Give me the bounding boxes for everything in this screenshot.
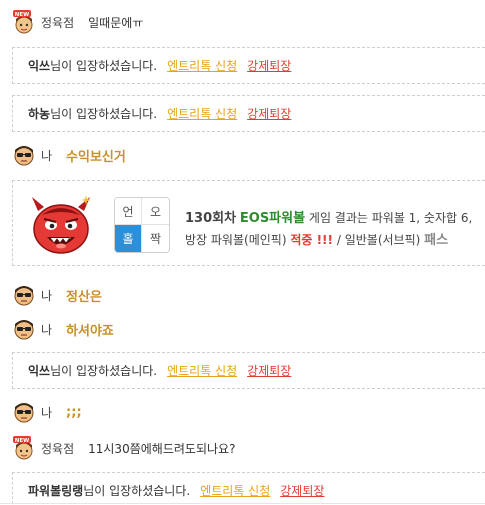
sunglasses-avatar-icon: [12, 143, 38, 167]
divider: [0, 503, 485, 504]
game-name: EOS파워볼: [239, 211, 306, 226]
message-nickname[interactable]: 정육점: [41, 14, 74, 31]
result-line-1: 130회차 EOS파워볼 게임 결과는 파워볼 1, 숫자합 6,: [185, 207, 472, 226]
result-line-2: 방장 파워볼(메인픽) 적중 !!! / 일반볼(서브픽) 패스: [185, 229, 448, 248]
sunglasses-avatar-icon: [12, 400, 38, 424]
notice-username[interactable]: 파워볼링랭: [28, 482, 83, 499]
message-text: 일때문에ㅠ: [88, 15, 144, 30]
notice-text: 님이 입장하셨습니다.: [50, 364, 158, 378]
red-devil-mascot-icon: [30, 191, 92, 257]
message-nickname[interactable]: 나: [41, 147, 52, 164]
new-badge-avatar-icon: NEW: [12, 436, 38, 460]
result-summary: 게임 결과는 파워볼 1, 숫자합 6,: [308, 211, 473, 225]
message-text: 11시30쯤에해드려도되나요?: [88, 441, 236, 456]
odd-even-grid: 언 오 홀 짝: [114, 197, 170, 253]
message-text: 정산은: [66, 289, 102, 305]
notice-username[interactable]: 익쓰: [28, 57, 50, 74]
message-text: 수익보신거: [66, 149, 126, 165]
chat-message: 나 정산은: [12, 283, 102, 307]
chat-message: NEW 정육점 일때문에ㅠ: [12, 10, 143, 34]
pass-text: 패스: [424, 233, 449, 248]
notice-text: 님이 입장하셨습니다.: [50, 107, 158, 121]
sunglasses-avatar-icon: [12, 317, 38, 341]
entry-notice: 익쓰 님이 입장하셨습니다. 엔트리톡 신청 강제퇴장: [12, 47, 485, 84]
notice-text: 님이 입장하셨습니다.: [50, 59, 158, 73]
notice-username[interactable]: 익쓰: [28, 362, 50, 379]
message-text: ;;;: [66, 404, 82, 420]
sunglasses-avatar-icon: [12, 283, 38, 307]
grid-cell-under: 언: [115, 198, 142, 225]
force-kick-link[interactable]: 강제퇴장: [247, 57, 291, 74]
game-result-card: 언 오 홀 짝 130회차 EOS파워볼 게임 결과는 파워볼 1, 숫자합 6…: [12, 180, 485, 266]
round-number: 130회차: [185, 211, 237, 226]
svg-text:NEW: NEW: [15, 12, 29, 18]
message-nickname[interactable]: 나: [41, 287, 52, 304]
entry-talk-request-link[interactable]: 엔트리톡 신청: [167, 362, 237, 379]
entry-talk-request-link[interactable]: 엔트리톡 신청: [167, 57, 237, 74]
chat-message: 나 수익보신거: [12, 143, 126, 167]
grid-cell-over: 오: [142, 198, 169, 225]
force-kick-link[interactable]: 강제퇴장: [247, 105, 291, 122]
new-badge-avatar-icon: NEW: [12, 10, 38, 34]
notice-text: 님이 입장하셨습니다.: [83, 484, 191, 498]
notice-username[interactable]: 하농: [28, 105, 50, 122]
message-nickname[interactable]: 정육점: [41, 440, 74, 457]
grid-cell-even: 짝: [142, 225, 169, 252]
chat-message: 나 ;;;: [12, 400, 82, 424]
sub-pick-label: / 일반볼(서브픽): [336, 233, 421, 247]
force-kick-link[interactable]: 강제퇴장: [247, 362, 291, 379]
entry-notice: 하농 님이 입장하셨습니다. 엔트리톡 신청 강제퇴장: [12, 95, 485, 132]
message-nickname[interactable]: 나: [41, 404, 52, 421]
svg-text:NEW: NEW: [15, 438, 29, 444]
grid-cell-odd: 홀: [115, 225, 142, 252]
hit-text: 적중 !!!: [290, 233, 334, 247]
chat-message: 나 하셔야죠: [12, 317, 114, 341]
chat-log: NEW 정육점 일때문에ㅠ 익쓰 님이 입장하셨습니다. 엔트리톡 신청 강제퇴…: [0, 0, 485, 505]
entry-notice: 파워볼링랭 님이 입장하셨습니다. 엔트리톡 신청 강제퇴장: [12, 472, 485, 505]
entry-talk-request-link[interactable]: 엔트리톡 신청: [167, 105, 237, 122]
main-pick-label: 방장 파워볼(메인픽): [185, 233, 287, 247]
chat-message: NEW 정육점 11시30쯤에해드려도되나요?: [12, 436, 235, 460]
message-nickname[interactable]: 나: [41, 321, 52, 338]
entry-talk-request-link[interactable]: 엔트리톡 신청: [200, 482, 270, 499]
message-text: 하셔야죠: [66, 323, 114, 339]
entry-notice: 익쓰 님이 입장하셨습니다. 엔트리톡 신청 강제퇴장: [12, 352, 485, 389]
force-kick-link[interactable]: 강제퇴장: [280, 482, 324, 499]
